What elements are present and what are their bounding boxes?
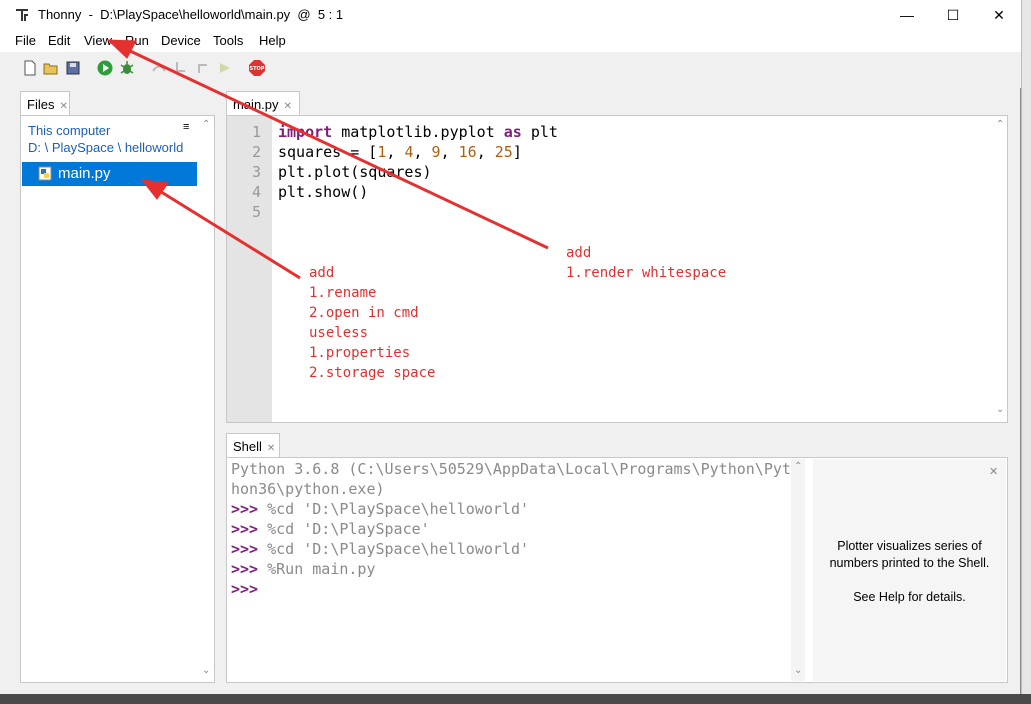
svg-text:STOP: STOP	[250, 66, 265, 72]
scroll-up-icon[interactable]: ⌃	[202, 119, 210, 130]
tab-main-py[interactable]: main.py ✕	[226, 91, 300, 115]
code-line-1: import matplotlib.pyplot as plt	[278, 123, 558, 141]
shell-scrollbar[interactable]: ⌃ ⌄	[791, 459, 805, 681]
plotter-help-link: See Help for details.	[853, 590, 966, 604]
shell-command-line: >>> %cd 'D:\PlaySpace\helloworld'	[231, 540, 530, 558]
code-line-4: plt.show()	[278, 183, 369, 201]
scroll-down-icon[interactable]: ⌄	[996, 404, 1004, 415]
python-file-icon	[38, 166, 52, 181]
annotation-note: 2.open in cmd	[309, 305, 419, 321]
code-keyword: as	[503, 123, 522, 141]
new-file-icon[interactable]	[21, 59, 39, 77]
annotation-note: 1.render whitespace	[566, 265, 727, 281]
annotation-note: 1.properties	[309, 345, 411, 361]
shell-prompt: >>>	[231, 580, 259, 598]
thonny-logo-icon	[16, 9, 28, 21]
plotter-panel: ✕ Plotter visualizes series of numbers p…	[813, 459, 1006, 681]
tab-shell-label: Shell	[233, 439, 262, 454]
tab-shell[interactable]: Shell ✕	[226, 433, 280, 457]
scroll-down-icon[interactable]: ⌄	[202, 665, 210, 676]
scroll-up-icon[interactable]: ⌃	[996, 119, 1004, 130]
minimize-button[interactable]: —	[884, 0, 930, 30]
shell-command-line: >>> %cd 'D:\PlaySpace\helloworld'	[231, 500, 530, 518]
shell-command-line: >>> %Run main.py	[231, 560, 376, 578]
maximize-button[interactable]: ☐	[930, 0, 976, 30]
close-tab-icon[interactable]: ✕	[267, 443, 275, 454]
file-item[interactable]: main.py	[22, 162, 197, 186]
close-window-button[interactable]: ✕	[976, 0, 1022, 30]
shell-console[interactable]: Python 3.6.8 (C:\Users\50529\AppData\Loc…	[226, 457, 1008, 683]
shell-command-line: >>> %cd 'D:\PlaySpace'	[231, 520, 430, 538]
code-keyword: import	[278, 123, 333, 141]
line-number: 4	[251, 183, 261, 201]
files-panel: This computer ≡ D: \ PlaySpace \ hellowo…	[20, 115, 215, 683]
files-path-breadcrumb[interactable]: D: \ PlaySpace \ helloworld	[28, 140, 183, 155]
open-file-icon[interactable]	[42, 59, 60, 77]
line-number: 1	[251, 123, 261, 141]
annotation-note: add	[566, 245, 592, 261]
tab-main-py-label: main.py	[233, 97, 279, 112]
files-scrollbar[interactable]: ⌃ ⌄	[199, 117, 213, 681]
plotter-help-text: Plotter visualizes series of	[837, 539, 982, 553]
annotation-note: add	[309, 265, 335, 281]
tab-files-label: Files	[27, 97, 55, 112]
annotation-note: useless	[309, 325, 369, 341]
menu-file[interactable]: File	[15, 33, 36, 48]
run-icon[interactable]	[96, 59, 114, 77]
save-file-icon[interactable]	[64, 59, 82, 77]
stop-icon[interactable]: STOP	[248, 59, 266, 77]
editor-scrollbar[interactable]: ⌃ ⌄	[993, 117, 1007, 421]
shell-prompt: >>>	[231, 540, 259, 558]
line-number-gutter: 1 2 3 4 5	[227, 116, 272, 422]
shell-prompt: >>>	[231, 560, 259, 578]
shell-prompt: >>>	[231, 520, 259, 538]
annotation-note: 1.rename	[309, 285, 377, 301]
menu-bar: File Edit View Run Device Tools Help	[0, 30, 1021, 52]
files-menu-icon[interactable]: ≡	[183, 121, 189, 133]
files-location-link[interactable]: This computer	[28, 123, 110, 138]
step-out-icon	[198, 64, 207, 73]
file-item-name: main.py	[58, 165, 111, 182]
shell-output-line: hon36\python.exe)	[231, 480, 385, 498]
close-tab-icon[interactable]: ✕	[59, 101, 67, 112]
step-into-icon	[176, 62, 185, 72]
menu-device[interactable]: Device	[161, 33, 201, 48]
step-over-icon	[152, 65, 166, 72]
shell-input-line[interactable]: >>>	[231, 580, 258, 598]
line-number: 3	[251, 163, 261, 181]
code-line-3: plt.plot(squares)	[278, 163, 432, 181]
resume-icon	[220, 63, 230, 73]
line-number: 5	[251, 203, 261, 221]
scroll-up-icon[interactable]: ⌃	[794, 461, 802, 472]
window-title: Thonny - D:\PlaySpace\helloworld\main.py…	[38, 7, 344, 22]
close-plotter-icon[interactable]: ✕	[989, 465, 998, 478]
menu-help[interactable]: Help	[259, 33, 286, 48]
menu-edit[interactable]: Edit	[48, 33, 70, 48]
menu-run[interactable]: Run	[125, 33, 149, 48]
desktop-background	[0, 694, 1031, 704]
close-tab-icon[interactable]: ✕	[284, 101, 292, 112]
scroll-down-icon[interactable]: ⌄	[794, 665, 802, 676]
tab-files[interactable]: Files ✕	[20, 91, 70, 115]
shell-prompt: >>>	[231, 500, 259, 518]
code-line-2: squares = [1, 4, 9, 16, 25]	[278, 143, 522, 161]
annotation-note: 2.storage space	[309, 365, 436, 381]
plotter-help-text: numbers printed to the Shell.	[829, 556, 990, 570]
line-number: 2	[251, 143, 261, 161]
shell-output-line: Python 3.6.8 (C:\Users\50529\AppData\Loc…	[231, 460, 791, 478]
thonny-window: Thonny - D:\PlaySpace\helloworld\main.py…	[0, 0, 1021, 694]
menu-view[interactable]: View	[84, 33, 112, 48]
menu-tools[interactable]: Tools	[213, 33, 243, 48]
background-window-edge	[1021, 0, 1031, 704]
title-bar[interactable]: Thonny - D:\PlaySpace\helloworld\main.py…	[0, 0, 1021, 30]
debug-icon[interactable]	[118, 59, 136, 77]
